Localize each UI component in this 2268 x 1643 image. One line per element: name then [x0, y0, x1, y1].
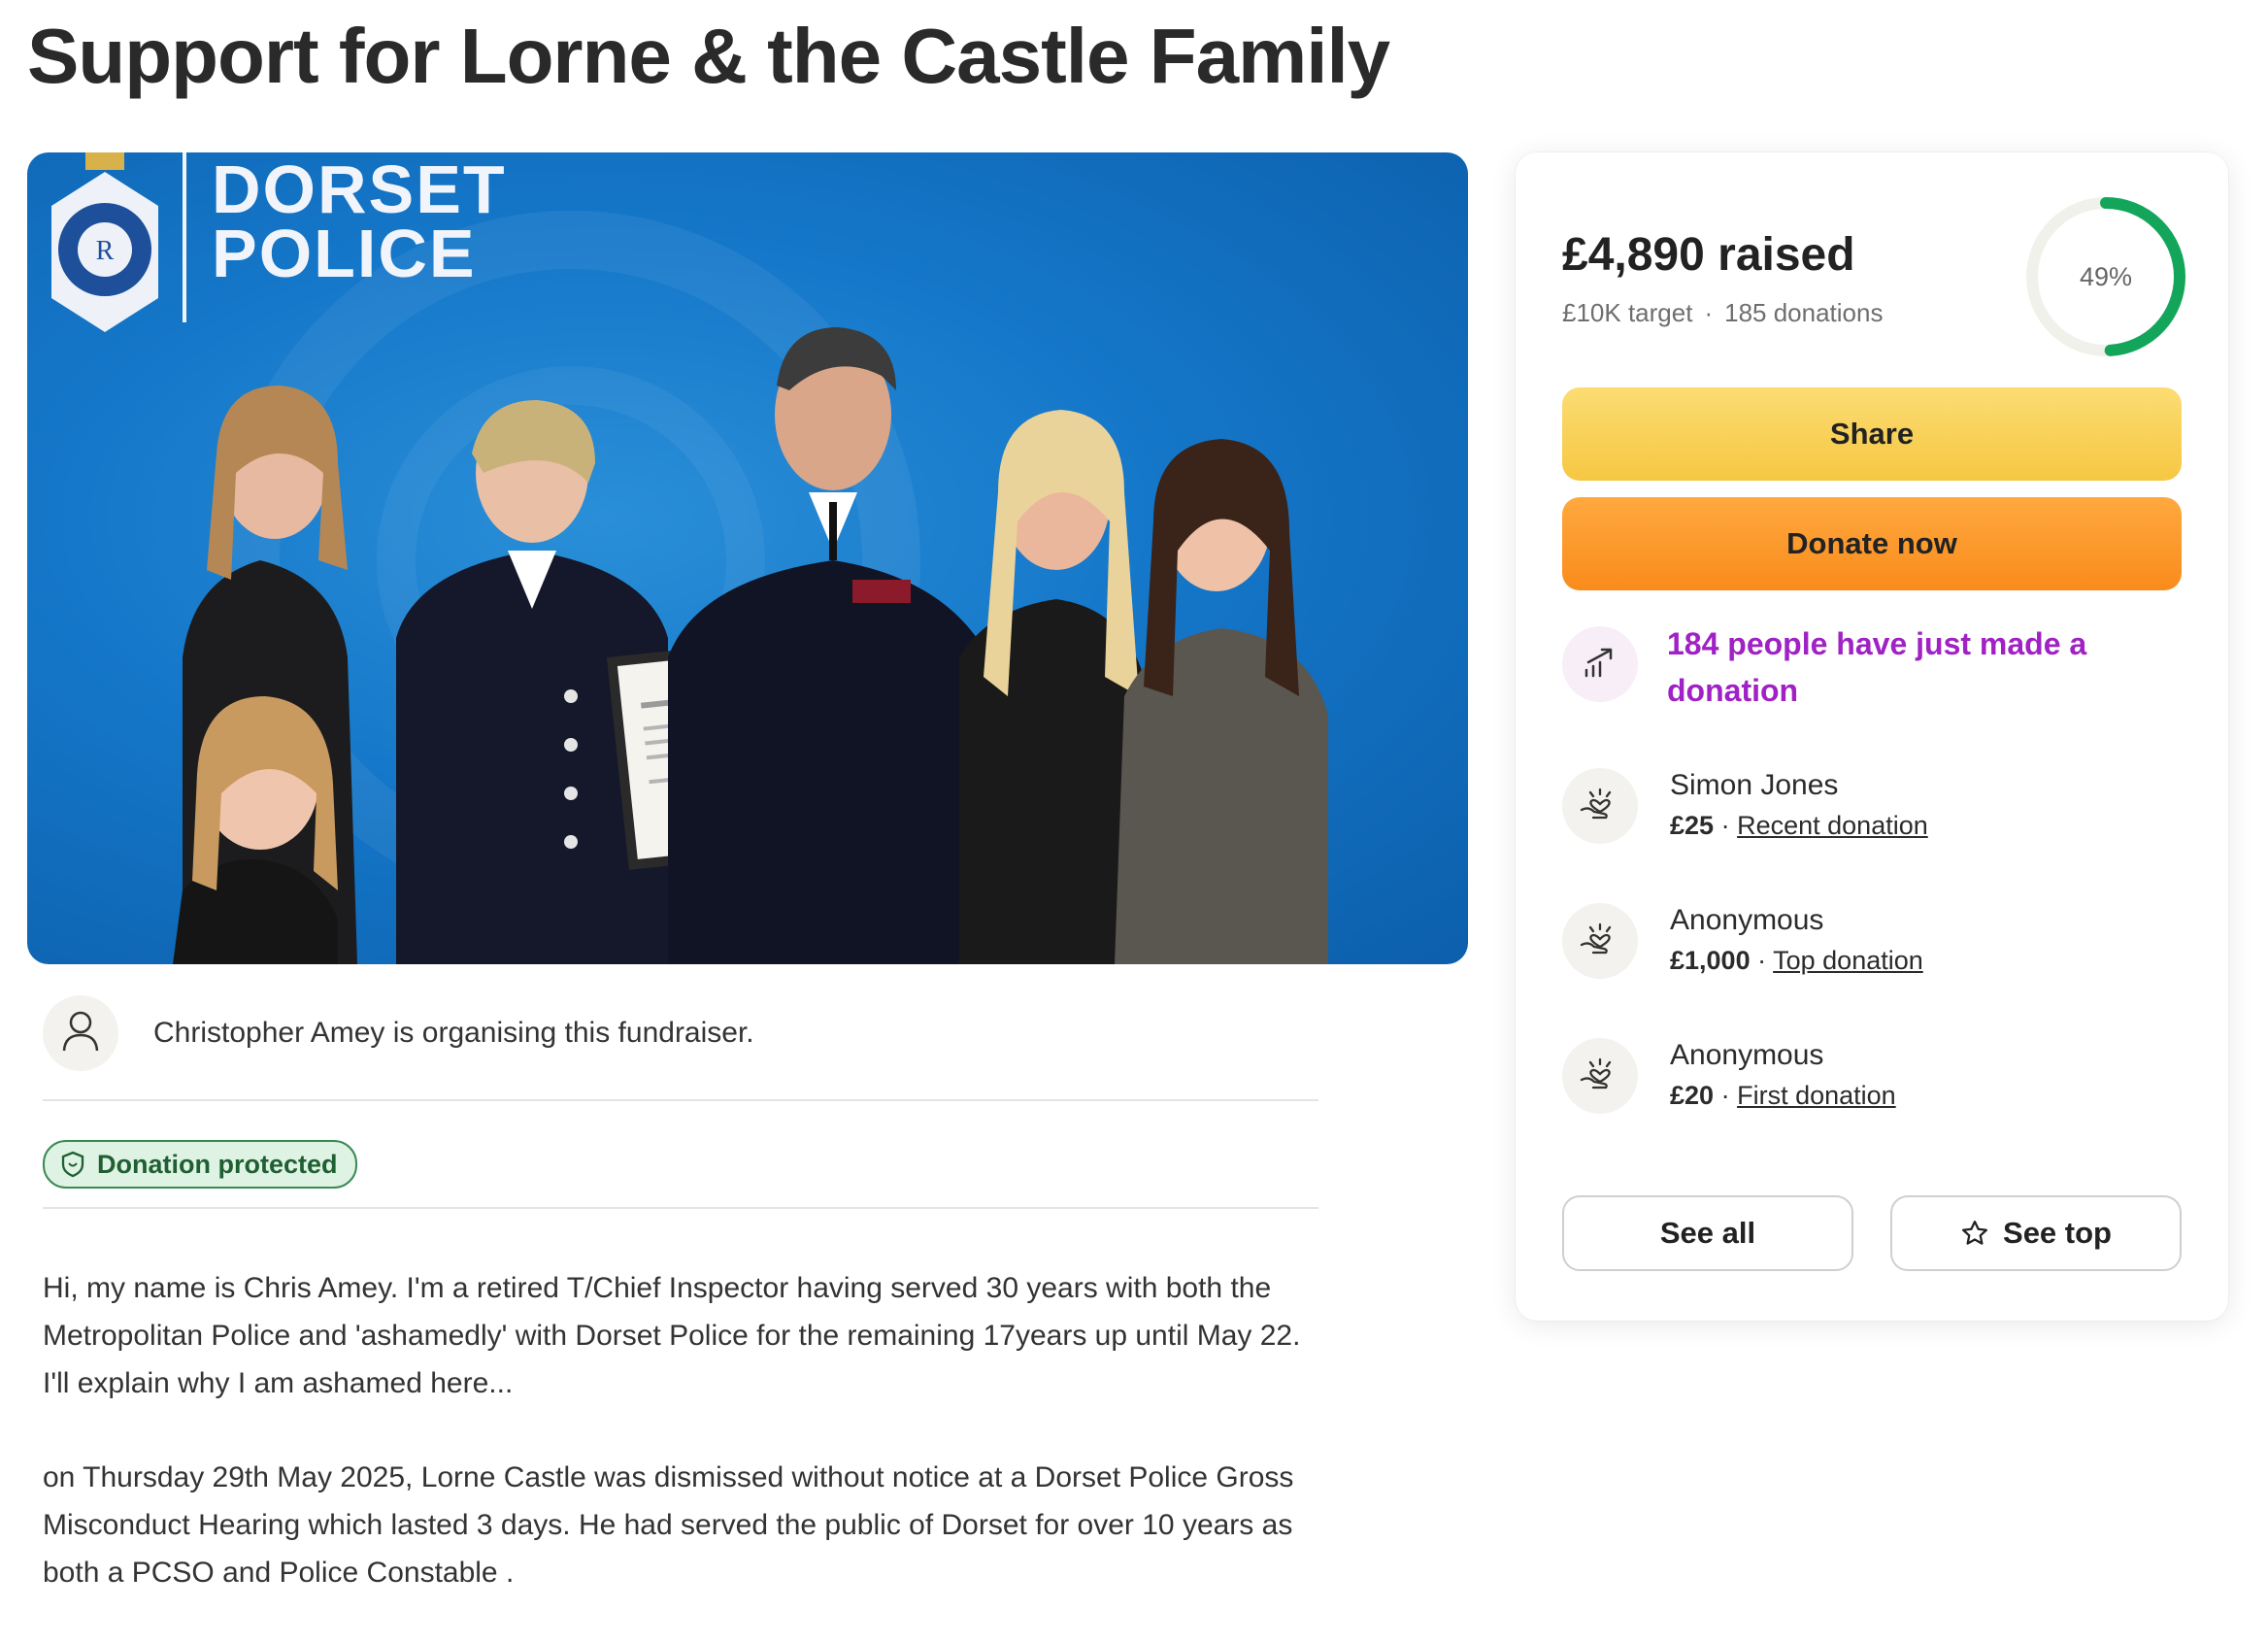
svg-text:R: R: [96, 236, 115, 266]
donor-info: Simon Jones £25 · Recent donation: [1670, 766, 1928, 846]
separator-dot: ·: [1720, 811, 1730, 840]
hero-brand-line2: POLICE: [212, 216, 477, 291]
donor-amount: £1,000: [1670, 946, 1751, 975]
donor-info: Anonymous £20 · First donation: [1670, 1036, 1896, 1116]
amount-raised: £4,890 raised: [1562, 229, 1855, 281]
avatar: [43, 995, 118, 1071]
donate-now-button[interactable]: Donate now: [1562, 497, 2182, 590]
user-icon: [61, 1010, 100, 1057]
see-top-button[interactable]: See top: [1890, 1195, 2182, 1271]
hero-brand-line1: DORSET: [212, 152, 507, 227]
separator-dot: ·: [1757, 946, 1767, 975]
see-top-label: See top: [2003, 1216, 2112, 1250]
heart-hand-icon: [1579, 785, 1621, 828]
organiser-text: Christopher Amey is organising this fund…: [153, 1017, 754, 1049]
page-title: Support for Lorne & the Castle Family: [27, 13, 1390, 99]
separator-dot: ·: [1720, 1081, 1730, 1110]
see-all-button[interactable]: See all: [1562, 1195, 1853, 1271]
trending-up-icon: [1581, 643, 1619, 687]
donor-meta: £20 · First donation: [1670, 1075, 1896, 1116]
progress-percent: 49%: [2079, 261, 2133, 291]
hero-brand-text: DORSET POLICE: [212, 152, 507, 291]
donor-info: Anonymous £1,000 · Top donation: [1670, 901, 1923, 981]
story-paragraph: on Thursday 29th May 2025, Lorne Castle …: [43, 1461, 1294, 1589]
donation-protected-badge[interactable]: Donation protected: [43, 1140, 357, 1189]
donor-name: Anonymous: [1670, 904, 1824, 936]
shield-icon: [60, 1151, 85, 1178]
share-button[interactable]: Share: [1562, 387, 2182, 481]
target-text: £10K target: [1562, 298, 1693, 327]
donor-tag-link[interactable]: Top donation: [1773, 946, 1923, 975]
organiser-row[interactable]: Christopher Amey is organising this fund…: [43, 995, 754, 1071]
donor-icon-wrap: [1562, 768, 1638, 844]
donor-tag-link[interactable]: First donation: [1737, 1081, 1896, 1110]
star-icon: [1960, 1219, 1989, 1248]
trend-text: 184 people have just made a donation: [1667, 626, 2087, 708]
target-and-count: £10K target · 185 donations: [1562, 298, 1883, 328]
donor-name: Anonymous: [1670, 1039, 1824, 1071]
separator-dot: ·: [1704, 298, 1714, 327]
heart-hand-icon: [1579, 1055, 1621, 1098]
recent-activity: 184 people have just made a donation: [1562, 626, 2114, 714]
story-text: Hi, my name is Chris Amey. I'm a retired…: [43, 1264, 1324, 1643]
donor-name: Simon Jones: [1670, 769, 1839, 801]
police-crest-icon: R: [51, 152, 158, 332]
divider: [43, 1207, 1318, 1209]
donor-item: Anonymous £1,000 · Top donation: [1562, 901, 1923, 981]
story-paragraph: Hi, my name is Chris Amey. I'm a retired…: [43, 1272, 1301, 1399]
donation-card: £4,890 raised £10K target · 185 donations …: [1516, 152, 2228, 1321]
donor-icon-wrap: [1562, 1038, 1638, 1114]
hero-logo-divider: [183, 152, 186, 322]
donor-meta: £25 · Recent donation: [1670, 805, 1928, 846]
hero-image: R DORSET POLICE: [27, 152, 1468, 964]
donor-tag-link[interactable]: Recent donation: [1737, 811, 1928, 840]
donation-count: 185 donations: [1724, 298, 1884, 327]
donor-item: Anonymous £20 · First donation: [1562, 1036, 1896, 1116]
heart-hand-icon: [1579, 920, 1621, 963]
trend-icon-wrap: [1562, 626, 1638, 702]
badge-label: Donation protected: [97, 1149, 338, 1179]
donor-item: Simon Jones £25 · Recent donation: [1562, 766, 1928, 846]
divider: [43, 1099, 1318, 1101]
donor-meta: £1,000 · Top donation: [1670, 940, 1923, 981]
donor-amount: £20: [1670, 1081, 1715, 1110]
donor-icon-wrap: [1562, 903, 1638, 979]
donor-amount: £25: [1670, 811, 1715, 840]
